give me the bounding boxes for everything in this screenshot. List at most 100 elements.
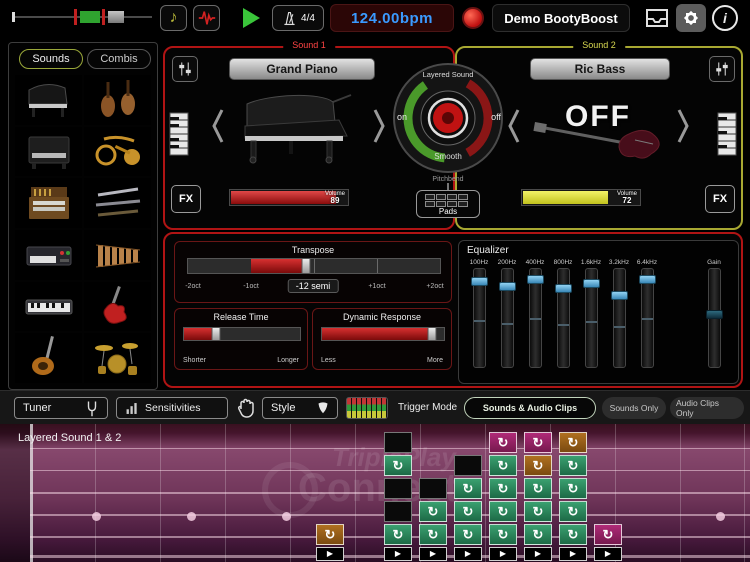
clip-cell-magenta[interactable]: ↻ (524, 432, 552, 453)
play-button[interactable] (243, 8, 260, 28)
clip-cell-green[interactable]: ↻ (559, 455, 587, 476)
clip-cell-magenta[interactable]: ↻ (489, 432, 517, 453)
sound2-name-button[interactable]: Ric Bass (530, 58, 670, 80)
sound1-fx-button[interactable]: FX (171, 185, 201, 213)
instrument-drum-kit[interactable] (84, 333, 151, 383)
clip-cell-green[interactable]: ↻ (489, 524, 517, 545)
info-button[interactable]: i (712, 5, 738, 31)
clip-cell-green[interactable]: ↻ (524, 524, 552, 545)
trigger-mode-clips-only[interactable]: Audio Clips Only (670, 397, 744, 419)
eq-fader-track[interactable] (638, 268, 656, 368)
clip-column-play-button[interactable]: ▶ (524, 547, 552, 561)
instrument-woodwinds[interactable] (84, 178, 151, 228)
clip-column-play-button[interactable]: ▶ (384, 547, 412, 561)
clip-cell-orange[interactable]: ↻ (524, 455, 552, 476)
sound1-keyboard-range-button[interactable] (169, 112, 189, 161)
sound1-next-button[interactable] (372, 108, 388, 148)
eq-fader-track[interactable] (582, 268, 600, 368)
sensitivities-button[interactable]: Sensitivities (116, 397, 228, 419)
tab-combis[interactable]: Combis (87, 49, 151, 69)
hand-mode-button[interactable] (236, 396, 256, 425)
clip-cell-green[interactable]: ↻ (524, 478, 552, 499)
mixer-preset-button[interactable] (346, 397, 388, 419)
clip-cell-green[interactable]: ↻ (489, 501, 517, 522)
clip-cell-green[interactable]: ↻ (559, 501, 587, 522)
tab-sounds[interactable]: Sounds (19, 49, 83, 69)
layered-sound-knob[interactable]: Layered Sound on off Smooth (392, 62, 504, 174)
clip-cell-orange[interactable]: ↻ (559, 432, 587, 453)
clip-slot-empty[interactable] (384, 478, 412, 499)
instrument-clavinet[interactable] (15, 126, 82, 177)
clip-cell-green[interactable]: ↻ (489, 455, 517, 476)
fretboard-view[interactable]: Layered Sound 1 & 2 TriplePlay Connect ↻… (0, 424, 750, 562)
sound1-prev-button[interactable] (211, 108, 227, 148)
trigger-mode-sounds-and-clips[interactable]: Sounds & Audio Clips (464, 397, 596, 419)
sound2-fx-button[interactable]: FX (705, 185, 735, 213)
sound2-volume-slider[interactable]: Volume 72 (521, 189, 641, 206)
sound2-keyboard-range-button[interactable] (717, 112, 737, 161)
eq-fader-track[interactable] (470, 268, 488, 368)
eq-fader-track[interactable] (610, 268, 628, 368)
instrument-brass[interactable] (84, 126, 151, 177)
clip-cell-magenta[interactable]: ↻ (594, 524, 622, 545)
eq-fader-handle[interactable] (638, 274, 656, 284)
clip-slot-empty[interactable] (384, 432, 412, 453)
library-button[interactable] (644, 7, 670, 34)
clip-cell-green[interactable]: ↻ (489, 478, 517, 499)
clip-cell-green[interactable]: ↻ (559, 524, 587, 545)
instrument-marimba[interactable] (84, 230, 151, 280)
instrument-orchestra-strings[interactable] (84, 75, 151, 125)
pads-button[interactable]: Pads (416, 190, 480, 218)
instrument-synth-keyboard[interactable] (15, 230, 82, 280)
eq-fader-handle[interactable] (470, 276, 488, 286)
transpose-slider[interactable] (187, 258, 441, 274)
eq-fader-handle[interactable] (610, 290, 628, 300)
clip-column-play-button[interactable]: ▶ (316, 547, 344, 561)
sound2-mixer-button[interactable] (709, 56, 735, 82)
clip-cell-green[interactable]: ↻ (419, 501, 447, 522)
clip-cell-green[interactable]: ↻ (454, 524, 482, 545)
metronome-button[interactable]: 4/4 (272, 5, 324, 31)
gain-fader-handle[interactable] (705, 310, 723, 320)
release-slider[interactable] (183, 327, 301, 341)
clip-column-play-button[interactable]: ▶ (489, 547, 517, 561)
clip-slot-empty[interactable] (419, 478, 447, 499)
instrument-stage-keyboard[interactable] (15, 281, 82, 332)
clip-slot-empty[interactable] (454, 455, 482, 476)
clip-cell-green[interactable]: ↻ (454, 501, 482, 522)
sound-mode-button[interactable]: ♪ (160, 5, 187, 31)
eq-fader-handle[interactable] (526, 274, 544, 284)
eq-fader-track[interactable] (554, 268, 572, 368)
clip-cell-green[interactable]: ↻ (454, 478, 482, 499)
preset-button[interactable]: Demo BootyBoost (492, 4, 630, 32)
eq-fader-handle[interactable] (498, 281, 516, 291)
bpm-display[interactable]: 124.00bpm (330, 4, 454, 32)
clip-column-play-button[interactable]: ▶ (559, 547, 587, 561)
release-handle[interactable] (211, 327, 221, 341)
clip-cell-green[interactable]: ↻ (524, 501, 552, 522)
eq-fader-track[interactable] (498, 268, 516, 368)
sound2-next-button[interactable] (676, 108, 692, 148)
instrument-electric-guitar[interactable] (84, 281, 151, 332)
clip-cell-green[interactable]: ↻ (419, 524, 447, 545)
clip-cell-green[interactable]: ↻ (384, 524, 412, 545)
sound1-name-button[interactable]: Grand Piano (229, 58, 375, 80)
sound1-volume-slider[interactable]: Volume 89 (229, 189, 349, 206)
clip-cell-green[interactable]: ↻ (559, 478, 587, 499)
eq-fader-handle[interactable] (582, 278, 600, 288)
transpose-handle[interactable] (301, 258, 311, 274)
tuner-button[interactable]: Tuner (14, 397, 108, 419)
clip-column-play-button[interactable]: ▶ (419, 547, 447, 561)
record-button[interactable] (462, 7, 484, 29)
gain-fader-track[interactable] (705, 268, 723, 368)
trigger-mode-sounds-only[interactable]: Sounds Only (602, 397, 666, 419)
clip-cell-green[interactable]: ↻ (384, 455, 412, 476)
clip-cell-orange[interactable]: ↻ (316, 524, 344, 545)
eq-fader-handle[interactable] (554, 283, 572, 293)
instrument-grand-piano[interactable] (15, 75, 82, 125)
instrument-organ[interactable] (15, 178, 82, 228)
style-button[interactable]: Style (262, 397, 338, 419)
clip-column-play-button[interactable]: ▶ (594, 547, 622, 561)
dynamic-slider[interactable] (321, 327, 445, 341)
clip-column-play-button[interactable]: ▶ (454, 547, 482, 561)
